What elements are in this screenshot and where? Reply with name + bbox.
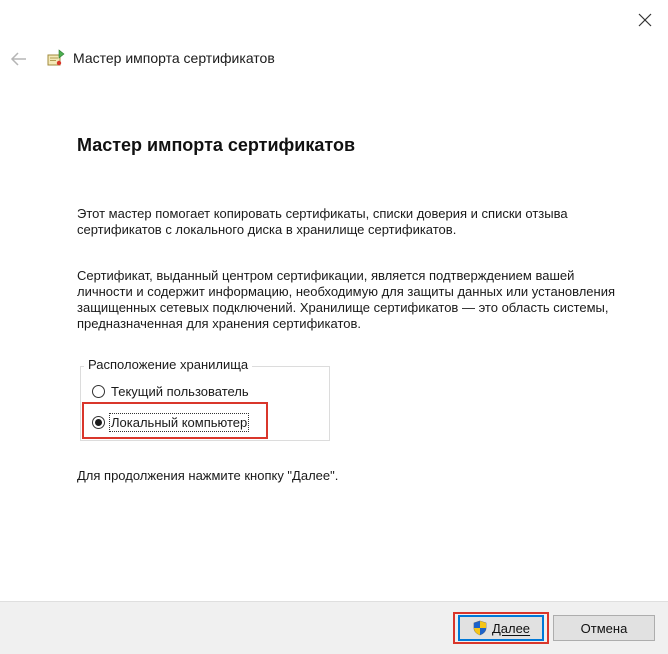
next-button-label: Далее <box>491 620 531 636</box>
back-arrow-icon <box>10 52 26 66</box>
cancel-button[interactable]: Отмена <box>553 615 655 641</box>
radio-current-user[interactable]: Текущий пользователь <box>92 381 249 401</box>
close-icon <box>638 13 652 27</box>
next-button[interactable]: Далее <box>458 615 544 641</box>
radio-current-user-label: Текущий пользователь <box>111 383 249 399</box>
certificate-wizard-icon <box>47 49 65 66</box>
close-button[interactable] <box>630 6 660 34</box>
store-location-label: Расположение хранилища <box>84 357 253 372</box>
radio-local-machine[interactable]: Локальный компьютер <box>92 412 250 432</box>
radio-local-machine-label: Локальный компьютер <box>108 412 250 432</box>
window-title: Мастер импорта сертификатов <box>73 50 275 66</box>
certificate-import-wizard: Мастер импорта сертификатов Мастер импор… <box>0 0 668 654</box>
cancel-button-label: Отмена <box>580 620 628 636</box>
intro-text: Этот мастер помогает копировать сертифик… <box>77 206 568 237</box>
continue-hint: Для продолжения нажмите кнопку "Далее". <box>77 468 339 483</box>
uac-shield-icon <box>473 620 487 636</box>
radio-button-checked[interactable] <box>92 415 105 429</box>
radio-button-unchecked[interactable] <box>92 384 105 398</box>
description-text: Сертификат, выданный центром сертификаци… <box>77 268 616 331</box>
back-button[interactable] <box>8 46 30 72</box>
page-title: Мастер импорта сертификатов <box>77 135 356 155</box>
